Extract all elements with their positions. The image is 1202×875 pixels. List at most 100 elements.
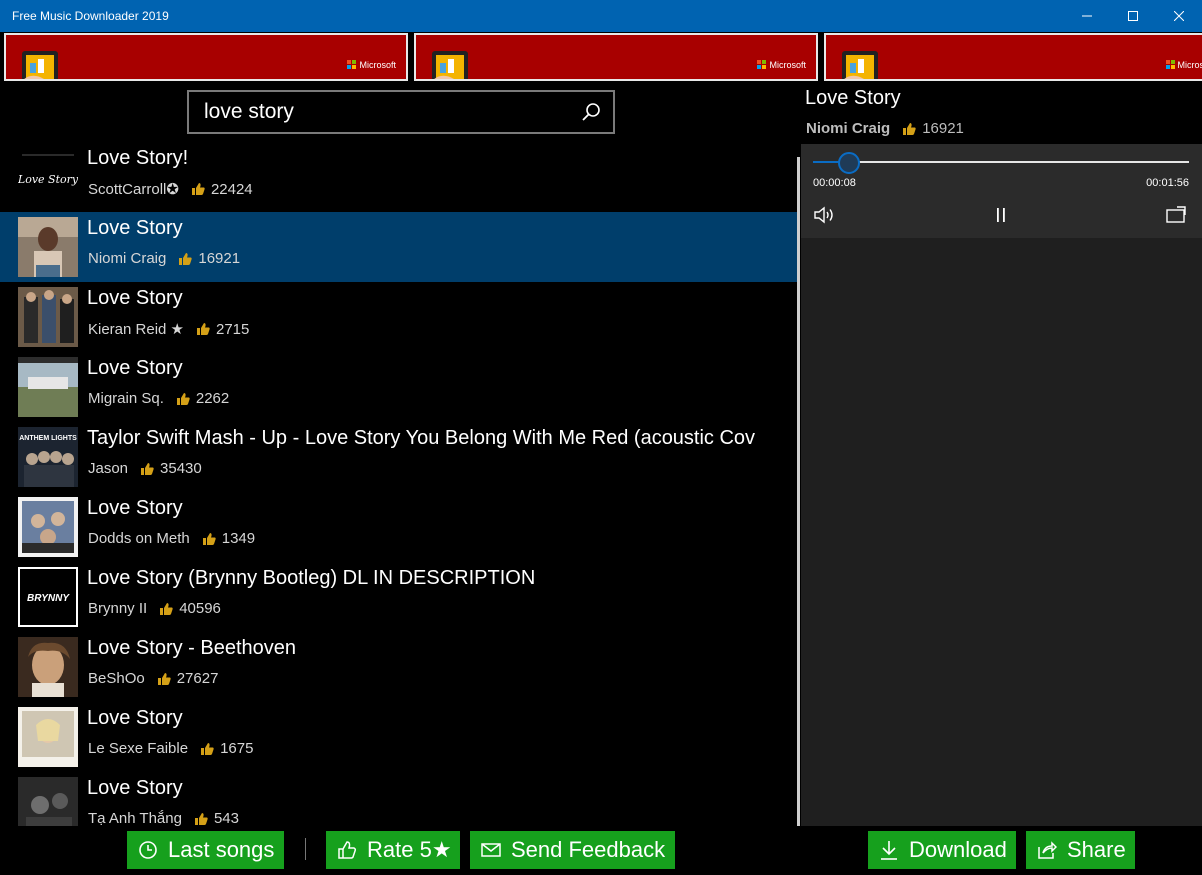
search-input[interactable]: love story [189, 100, 569, 124]
tablet-icon [432, 51, 468, 79]
like-count: 16921 [198, 250, 241, 267]
maximize-icon [1128, 11, 1138, 21]
media-controls: 00:00:08 00:01:56 [801, 144, 1202, 238]
results-panel: love story Love Story Love Story! ScottC… [0, 82, 801, 875]
like-count: 40596 [179, 600, 221, 617]
result-row[interactable]: Love Story Tạ Anh Thắng 543 [0, 772, 798, 826]
result-row[interactable]: Love Story Love Story! ScottCarroll✪ 224… [0, 142, 798, 212]
like-count: 27627 [176, 670, 219, 687]
ad-banner[interactable]: Microsoft [414, 33, 818, 81]
track-artist: Brynny II [88, 600, 148, 617]
seek-handle[interactable] [837, 152, 860, 174]
results-scrollbar[interactable] [797, 157, 800, 875]
close-button[interactable] [1156, 0, 1202, 32]
tablet-icon [842, 51, 878, 79]
results-list[interactable]: Love Story Love Story! ScottCarroll✪ 224… [0, 142, 798, 826]
track-artist: Migrain Sq. [88, 390, 164, 407]
track-artist: Tạ Anh Thắng [88, 810, 182, 826]
microsoft-logo: Microsoft [757, 60, 806, 70]
microsoft-logo: Micros [1165, 60, 1202, 70]
search-button[interactable] [569, 92, 613, 132]
like-count: 543 [213, 810, 239, 826]
track-thumbnail [18, 357, 78, 417]
seek-bar[interactable] [813, 161, 1189, 163]
share-button[interactable]: Share [1026, 831, 1135, 869]
thumbs-up-icon [902, 122, 916, 136]
track-title: Love Story - Beethoven [87, 637, 297, 659]
share-label: Share [1067, 837, 1126, 862]
microsoft-logo: Microsoft [347, 60, 396, 70]
like-count: 1675 [220, 740, 254, 757]
pause-button[interactable] [990, 204, 1012, 226]
track-title: Love Story [87, 287, 183, 309]
now-playing: Love Story Niomi Craig 16921 00:00:08 00… [801, 82, 1202, 238]
ad-brand-text: Microsoft [769, 60, 806, 70]
download-label: Download [909, 837, 1007, 862]
player-panel: Love Story Niomi Craig 16921 00:00:08 00… [801, 82, 1202, 826]
result-row-selected[interactable]: Love Story Niomi Craig 16921 [0, 212, 798, 282]
seek-bar-progress [813, 161, 839, 163]
result-row[interactable]: ANTHEM LIGHTS Taylor Swift Mash - Up - L… [0, 422, 798, 492]
search-box[interactable]: love story [187, 90, 615, 134]
last-songs-label: Last songs [168, 837, 275, 862]
rate-button[interactable]: Rate 5★ [326, 831, 460, 869]
track-thumbnail [18, 707, 78, 767]
window-title: Free Music Downloader 2019 [12, 9, 169, 23]
tablet-icon [22, 51, 58, 79]
thumbs-up-icon [194, 812, 208, 826]
volume-button[interactable] [813, 204, 835, 226]
thumbnail-caption: Love Story [18, 173, 78, 186]
result-row[interactable]: Love Story Le Sexe Faible 1675 [0, 702, 798, 772]
microsoft-logo-icon [347, 60, 357, 70]
like-count: 1349 [221, 530, 256, 547]
track-title: Taylor Swift Mash - Up - Love Story You … [87, 427, 756, 449]
track-thumbnail: BRYNNY [18, 567, 78, 627]
track-artist: Le Sexe Faible [88, 740, 189, 757]
search-icon [582, 103, 600, 121]
title-bar: Free Music Downloader 2019 [0, 0, 1202, 32]
ad-banner[interactable]: Microsoft [4, 33, 408, 81]
result-row[interactable]: Love Story Kieran Reid ★ 2715 [0, 282, 798, 352]
thumbs-up-icon [191, 182, 205, 196]
track-title: Love Story (Brynny Bootleg) DL IN DESCRI… [87, 567, 536, 589]
track-thumbnail [18, 637, 78, 697]
track-title: Love Story [87, 497, 183, 519]
ad-banner-strip: Microsoft Microsoft Micros [0, 32, 1202, 82]
track-artist: ScottCarroll✪ [88, 181, 179, 198]
result-row[interactable]: Love Story - Beethoven BeShOo 27627 [0, 632, 798, 702]
maximize-button[interactable] [1110, 0, 1156, 32]
now-playing-likes: 16921 [922, 120, 964, 137]
result-row[interactable]: Love Story Migrain Sq. 2262 [0, 352, 798, 422]
thumbs-up-icon [140, 462, 154, 476]
download-button[interactable]: Download [868, 831, 1016, 869]
result-row[interactable]: BRYNNY Love Story (Brynny Bootleg) DL IN… [0, 562, 798, 632]
like-count: 2715 [216, 320, 250, 338]
bottom-bar: Last songs Rate 5★ Send Feedback Downloa… [0, 826, 1202, 875]
track-thumbnail [18, 217, 78, 277]
now-playing-artist: Niomi Craig [806, 120, 891, 137]
track-thumbnail [18, 497, 78, 557]
minimize-button[interactable] [1064, 0, 1110, 32]
download-icon [878, 839, 900, 861]
current-time: 00:00:08 [813, 177, 856, 189]
thumbs-up-icon [200, 742, 214, 756]
share-icon [1036, 839, 1058, 861]
last-songs-button[interactable]: Last songs [127, 831, 284, 869]
thumbs-up-icon [176, 392, 190, 406]
result-row[interactable]: Love Story Dodds on Meth 1349 [0, 492, 798, 562]
mail-icon [480, 839, 502, 861]
track-thumbnail [18, 777, 78, 826]
close-icon [1174, 11, 1184, 21]
volume-icon [814, 206, 833, 224]
send-feedback-button[interactable]: Send Feedback [470, 831, 675, 869]
track-thumbnail [18, 287, 78, 347]
track-artist: Kieran Reid ★ [88, 321, 184, 338]
thumbs-up-icon [196, 322, 210, 336]
divider [305, 838, 306, 860]
track-artist: Niomi Craig [88, 250, 167, 267]
ad-banner[interactable]: Micros [824, 33, 1202, 81]
track-artist: Dodds on Meth [88, 530, 190, 547]
cast-button[interactable] [1165, 204, 1187, 226]
thumbs-up-icon [157, 672, 171, 686]
minimize-icon [1082, 15, 1092, 17]
